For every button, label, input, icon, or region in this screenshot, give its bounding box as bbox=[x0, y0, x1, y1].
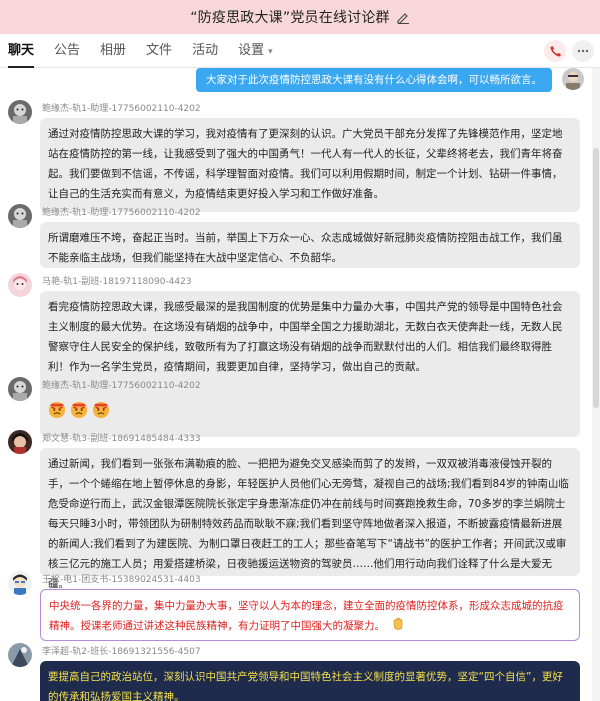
sender-name: 马艳-轨1-副班-18197118090-4423 bbox=[42, 277, 192, 287]
message-text: 看完疫情防控思政大课，我感受最深的是我国制度的优势是集中力量办大事，中国共产党的… bbox=[48, 301, 563, 373]
message-text: 通过对疫情防控思政大课的学习，我对疫情有了更深刻的认识。广大党员干部充分发挥了先… bbox=[48, 128, 563, 200]
chat-scrollbar[interactable] bbox=[592, 68, 600, 701]
tab-album[interactable]: 相册 bbox=[100, 34, 126, 68]
avatar[interactable] bbox=[8, 643, 32, 667]
message-text: 所谓磨难压不垮，奋起正当时。当前，举国上下万众一心、众志成城做好新冠肺炎疫情防控… bbox=[48, 232, 563, 264]
tab-settings[interactable]: 设置 ▾ bbox=[238, 34, 273, 68]
tab-bar: 聊天 公告 相册 文件 活动 设置 ▾ bbox=[0, 34, 600, 68]
tab-actions bbox=[538, 40, 594, 62]
sender-name: 鲍缘杰-轨1-助理-17756002110-4202 bbox=[42, 104, 201, 114]
edit-icon[interactable] bbox=[396, 10, 410, 24]
group-title: “防疫思政大课”党员在线讨论群 bbox=[190, 10, 390, 26]
hand-emoji-icon bbox=[393, 617, 403, 630]
sender-name: 鲍缘杰-轨1-助理-17756002110-4202 bbox=[42, 208, 201, 218]
message-bubble[interactable]: 要提高自己的政治站位，深刻认识中国共产党领导和中国特色社会主义制度的显著优势，坚… bbox=[40, 661, 580, 701]
message-bubble[interactable]: 通过新闻，我们看到一张张布满勒痕的脸、一把把为避免交叉感染而剪了的发辫，一双双被… bbox=[40, 448, 580, 590]
message-text: 中央统一各界的力量，集中力量办大事，坚守以人为本的理念，建立全面的疫情防控体系，… bbox=[49, 600, 564, 632]
avatar[interactable] bbox=[8, 377, 32, 401]
more-button[interactable] bbox=[572, 40, 594, 62]
angry-emoji-icon bbox=[70, 401, 88, 419]
chat-area[interactable]: 大家对于此次疫情防控思政大课有没有什么心得体会啊，可以畅所欲言。 鲍缘杰-轨1-… bbox=[0, 68, 592, 701]
tab-announcement[interactable]: 公告 bbox=[54, 34, 80, 68]
avatar[interactable] bbox=[8, 100, 32, 124]
dropdown-caret-icon: ▾ bbox=[268, 46, 273, 57]
avatar[interactable] bbox=[8, 204, 32, 228]
highlighted-message-bubble[interactable]: 中央统一各界的力量，集中力量办大事，坚守以人为本的理念，建立全面的疫情防控体系，… bbox=[40, 589, 580, 641]
avatar[interactable] bbox=[8, 430, 32, 454]
message-bubble[interactable]: 所谓磨难压不垮，奋起正当时。当前，举国上下万众一心、众志成城做好新冠肺炎疫情防控… bbox=[40, 222, 580, 268]
my-message-row: 大家对于此次疫情防控思政大课有没有什么心得体会啊，可以畅所欲言。 bbox=[0, 68, 592, 94]
message-bubble[interactable]: 看完疫情防控思政大课，我感受最深的是我国制度的优势是集中力量办大事，中国共产党的… bbox=[40, 291, 580, 437]
phone-button[interactable] bbox=[544, 40, 566, 62]
title-bar: “防疫思政大课”党员在线讨论群 bbox=[0, 0, 600, 34]
more-icon bbox=[577, 49, 589, 53]
tab-files[interactable]: 文件 bbox=[146, 34, 172, 68]
sender-name: 王松-电1-团支书-15389024531-4403 bbox=[42, 575, 201, 585]
my-message-bubble[interactable]: 大家对于此次疫情防控思政大课有没有什么心得体会啊，可以畅所欲言。 bbox=[196, 68, 552, 92]
angry-emoji-icon bbox=[48, 401, 66, 419]
avatar[interactable] bbox=[8, 273, 32, 297]
emoji-message-bubble[interactable] bbox=[40, 395, 118, 425]
tab-activities[interactable]: 活动 bbox=[192, 34, 218, 68]
sender-name: 鲍缘杰-轨1-助理-17756002110-4202 bbox=[42, 381, 201, 391]
angry-emoji-icon bbox=[92, 401, 110, 419]
my-avatar[interactable] bbox=[562, 68, 584, 90]
sender-name: 郑文慧-轨3-副班-18691485484-4333 bbox=[42, 434, 201, 444]
message-text: 要提高自己的政治站位，深刻认识中国共产党领导和中国特色社会主义制度的显著优势，坚… bbox=[48, 671, 563, 701]
avatar[interactable] bbox=[8, 571, 32, 595]
scrollbar-thumb[interactable] bbox=[593, 148, 599, 408]
tab-chat[interactable]: 聊天 bbox=[8, 34, 35, 68]
message-bubble[interactable]: 通过对疫情防控思政大课的学习，我对疫情有了更深刻的认识。广大党员干部充分发挥了先… bbox=[40, 118, 580, 212]
phone-icon bbox=[550, 45, 561, 56]
sender-name: 李泽超-轨2-班长-18691321556-4507 bbox=[42, 647, 201, 657]
